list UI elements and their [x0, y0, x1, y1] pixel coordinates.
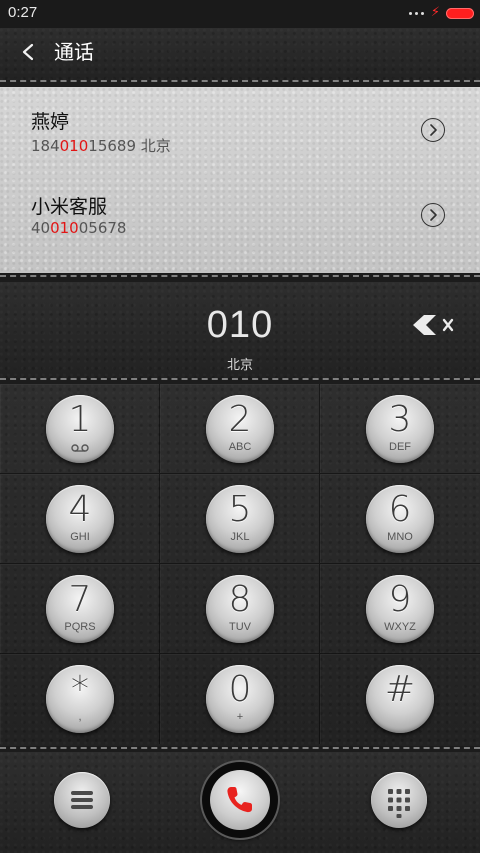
backspace-icon[interactable] [410, 312, 458, 338]
bottom-bar [0, 752, 480, 853]
key-3-button[interactable]: 3 DEF [366, 395, 434, 463]
key-letters: DEF [389, 441, 411, 453]
number-display: 010 北京 [0, 282, 480, 378]
contact-name: 燕婷 [31, 111, 70, 133]
contact-name: 小米客服 [31, 196, 108, 218]
menu-icon [71, 791, 93, 809]
key-9-button[interactable]: 9 WXYZ [366, 575, 434, 643]
key-digit: 4 [68, 489, 92, 530]
status-bar: 0:27 ⚡ [0, 0, 480, 28]
key-digit: 2 [228, 399, 252, 440]
key-letters: TUV [229, 621, 251, 633]
status-time: 0:27 [8, 4, 38, 21]
stitch-divider [0, 80, 480, 87]
key-digit: * [71, 669, 89, 710]
stitch-divider [0, 275, 480, 277]
key-7-button[interactable]: 7 PQRS [46, 575, 114, 643]
dialed-number: 010 [206, 304, 274, 346]
key-letters: ABC [228, 441, 252, 453]
key-digit: 9 [388, 579, 412, 620]
key-letters: WXYZ [384, 621, 416, 633]
key-letters: , [78, 711, 82, 723]
key-digit: 6 [388, 489, 412, 530]
menu-button[interactable] [54, 772, 110, 828]
stitch-divider [0, 747, 480, 749]
key-letters: PQRS [64, 621, 96, 633]
key-3[interactable]: 3 DEF [320, 384, 480, 474]
key-5-button[interactable]: 5 JKL [206, 485, 274, 553]
key-6[interactable]: 6 MNO [320, 474, 480, 564]
key-digit: 1 [68, 399, 92, 440]
dialpad: 1 2 ABC 3 DEF 4 GHI 5 JKL 6 MNO 7 PQRS 8… [0, 384, 480, 746]
back-icon[interactable] [18, 36, 42, 68]
voicemail-icon [46, 441, 114, 456]
key-8[interactable]: 8 TUV [160, 564, 320, 654]
key-8-button[interactable]: 8 TUV [206, 575, 274, 643]
contact-number: 18401015689 北京 [31, 137, 171, 155]
header: 通话 [0, 28, 480, 80]
key-2-button[interactable]: 2 ABC [206, 395, 274, 463]
dialpad-icon [388, 789, 410, 818]
key-0-button[interactable]: 0 + [206, 665, 274, 733]
key-letters: + [236, 711, 244, 723]
key-hash-button[interactable]: # [366, 665, 434, 733]
contact-row[interactable]: 燕婷 18401015689 北京 [0, 87, 480, 173]
key-star[interactable]: * , [0, 654, 160, 744]
dialpad-toggle-button[interactable] [371, 772, 427, 828]
key-1-button[interactable]: 1 [46, 395, 114, 463]
call-button-face [210, 770, 270, 830]
key-digit: 7 [68, 579, 92, 620]
number-location: 北京 [226, 358, 253, 373]
charging-icon: ⚡ [430, 5, 440, 20]
contact-detail-icon[interactable] [421, 203, 445, 227]
key-4-button[interactable]: 4 GHI [46, 485, 114, 553]
stitch-divider [0, 378, 480, 380]
key-2[interactable]: 2 ABC [160, 384, 320, 474]
key-letters: GHI [70, 531, 90, 543]
contact-suggestions: 燕婷 18401015689 北京 小米客服 4001005678 [0, 87, 480, 273]
battery-icon [446, 8, 474, 19]
page-title: 通话 [54, 40, 94, 64]
contact-row[interactable]: 小米客服 4001005678 [0, 173, 480, 259]
key-hash[interactable]: # [320, 654, 480, 744]
key-letters: JKL [230, 531, 250, 543]
contact-location: 北京 [140, 137, 171, 155]
contact-number: 4001005678 [31, 219, 127, 237]
key-digit: 3 [388, 399, 412, 440]
key-1[interactable]: 1 [0, 384, 160, 474]
notification-dots-icon [409, 12, 424, 15]
key-0[interactable]: 0 + [160, 654, 320, 744]
key-letters: MNO [387, 531, 413, 543]
phone-icon [227, 787, 252, 813]
key-digit: 8 [228, 579, 252, 620]
key-5[interactable]: 5 JKL [160, 474, 320, 564]
key-7[interactable]: 7 PQRS [0, 564, 160, 654]
key-digit: 0 [228, 669, 252, 710]
key-star-button[interactable]: * , [46, 665, 114, 733]
key-digit: # [384, 669, 416, 710]
key-9[interactable]: 9 WXYZ [320, 564, 480, 654]
key-6-button[interactable]: 6 MNO [366, 485, 434, 553]
contact-detail-icon[interactable] [421, 118, 445, 142]
key-4[interactable]: 4 GHI [0, 474, 160, 564]
call-button[interactable] [202, 762, 278, 838]
key-digit: 5 [228, 489, 252, 530]
